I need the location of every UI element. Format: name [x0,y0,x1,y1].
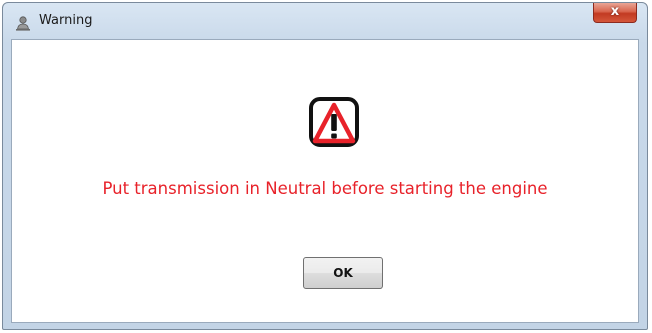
warning-triangle-icon [309,97,359,147]
warning-message: Put transmission in Neutral before start… [102,179,548,198]
ok-button[interactable]: OK [303,257,383,289]
window-title: Warning [39,13,93,28]
close-icon: x [610,4,620,19]
close-button[interactable]: x [593,3,637,23]
title-bar[interactable]: Warning x [3,3,647,39]
dialog-content: Put transmission in Neutral before start… [11,39,639,323]
user-icon [16,16,30,31]
warning-dialog-window: Warning x Put transmission in Neutral be… [2,2,648,330]
